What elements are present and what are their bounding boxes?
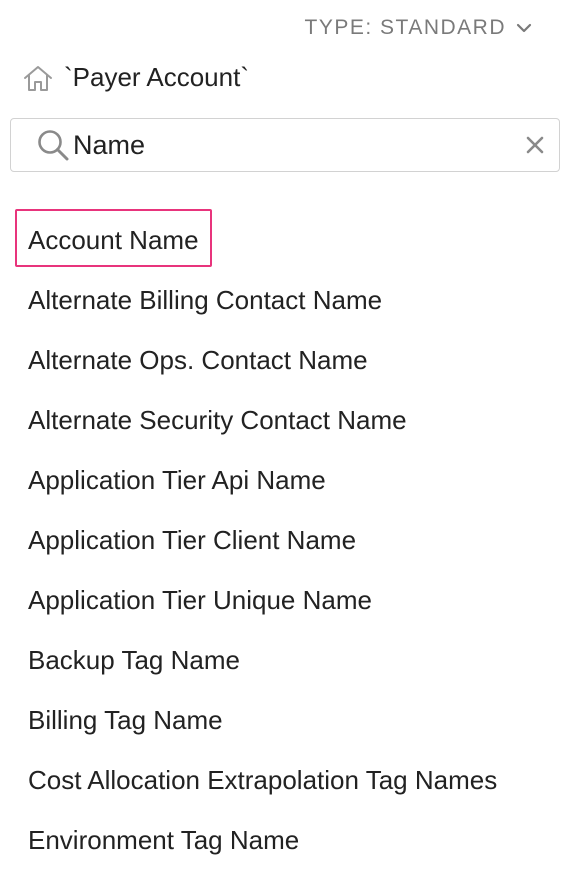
list-item[interactable]: Backup Tag Name [15, 628, 560, 688]
list-item-label: Cost Allocation Extrapolation Tag Names [28, 765, 498, 795]
type-selector[interactable]: TYPE: STANDARD [305, 16, 532, 40]
list-item-label: Application Tier Unique Name [28, 585, 372, 615]
search-input[interactable] [73, 127, 513, 163]
list-item-label: Account Name [15, 209, 212, 267]
list-item-label: Application Tier Client Name [28, 525, 357, 555]
list-item[interactable]: Alternate Ops. Contact Name [15, 328, 560, 388]
breadcrumb: `Payer Account` [22, 62, 249, 93]
list-item[interactable]: Alternate Billing Contact Name [15, 268, 560, 328]
breadcrumb-label: `Payer Account` [64, 62, 249, 92]
chevron-down-icon [516, 23, 532, 33]
home-icon[interactable] [22, 63, 54, 93]
list-item[interactable]: Application Tier Unique Name [15, 568, 560, 628]
list-item[interactable]: Application Tier Api Name [15, 448, 560, 508]
list-item[interactable]: Alternate Security Contact Name [15, 388, 560, 448]
list-item[interactable]: Cost Allocation Extrapolation Tag Names [15, 748, 560, 808]
close-icon[interactable] [525, 135, 545, 155]
list-item-label: Alternate Security Contact Name [28, 405, 407, 435]
list-item-label: Alternate Billing Contact Name [28, 285, 383, 315]
list-item[interactable]: Environment Tag Name [15, 808, 560, 868]
search-box [10, 118, 560, 172]
search-results-list: Account Name Alternate Billing Contact N… [15, 208, 560, 868]
type-selector-label: TYPE: STANDARD [304, 16, 506, 39]
list-item-label: Alternate Ops. Contact Name [28, 345, 368, 375]
list-item[interactable]: Account Name [15, 208, 560, 268]
search-icon [38, 130, 69, 161]
list-item[interactable]: Billing Tag Name [15, 688, 560, 748]
list-item-label: Application Tier Api Name [28, 465, 326, 495]
list-item-label: Billing Tag Name [28, 705, 223, 735]
list-item[interactable]: Application Tier Client Name [15, 508, 560, 568]
list-item-label: Backup Tag Name [28, 645, 240, 675]
list-item-label: Environment Tag Name [28, 825, 300, 855]
